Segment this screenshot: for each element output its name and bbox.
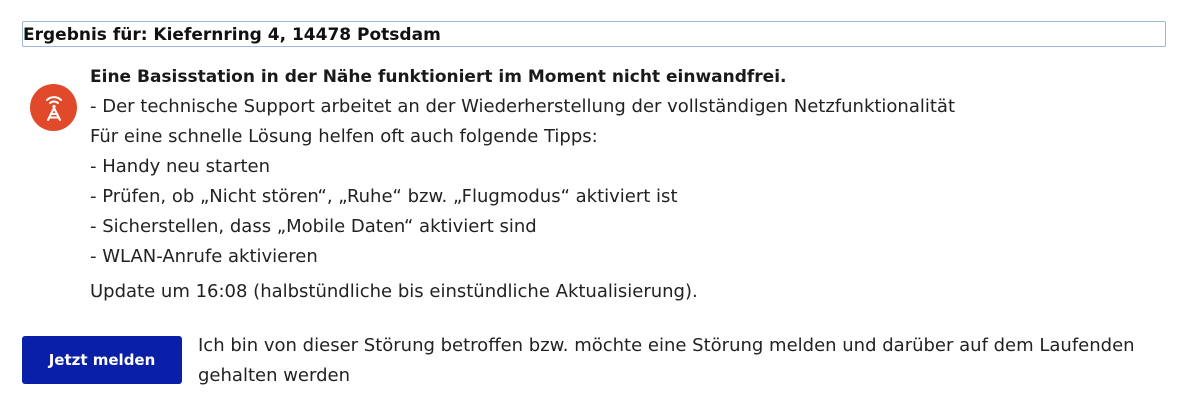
status-message: Eine Basisstation in der Nähe funktionie… bbox=[90, 62, 1170, 307]
status-title: Eine Basisstation in der Nähe funktionie… bbox=[90, 67, 787, 87]
report-description: Ich bin von dieser Störung betroffen bzw… bbox=[198, 335, 1135, 386]
result-heading: Ergebnis für: Kiefernring 4, 14478 Potsd… bbox=[22, 21, 1166, 47]
status-line: Für eine schnelle Lösung helfen oft auch… bbox=[90, 126, 598, 147]
status-line: - Der technische Support arbeitet an der… bbox=[90, 96, 956, 117]
report-button[interactable]: Jetzt melden bbox=[22, 336, 182, 384]
update-timestamp: Update um 16:08 (halbstündliche bis eins… bbox=[90, 281, 698, 302]
tip-item: - Sicherstellen, dass „Mobile Daten“ akt… bbox=[90, 216, 537, 237]
tip-item: - WLAN-Anrufe aktivieren bbox=[90, 246, 318, 267]
tip-item: - Prüfen, ob „Nicht stören“, „Ruhe“ bzw.… bbox=[90, 186, 678, 207]
cell-tower-icon bbox=[30, 84, 77, 131]
tip-item: - Handy neu starten bbox=[90, 156, 271, 177]
